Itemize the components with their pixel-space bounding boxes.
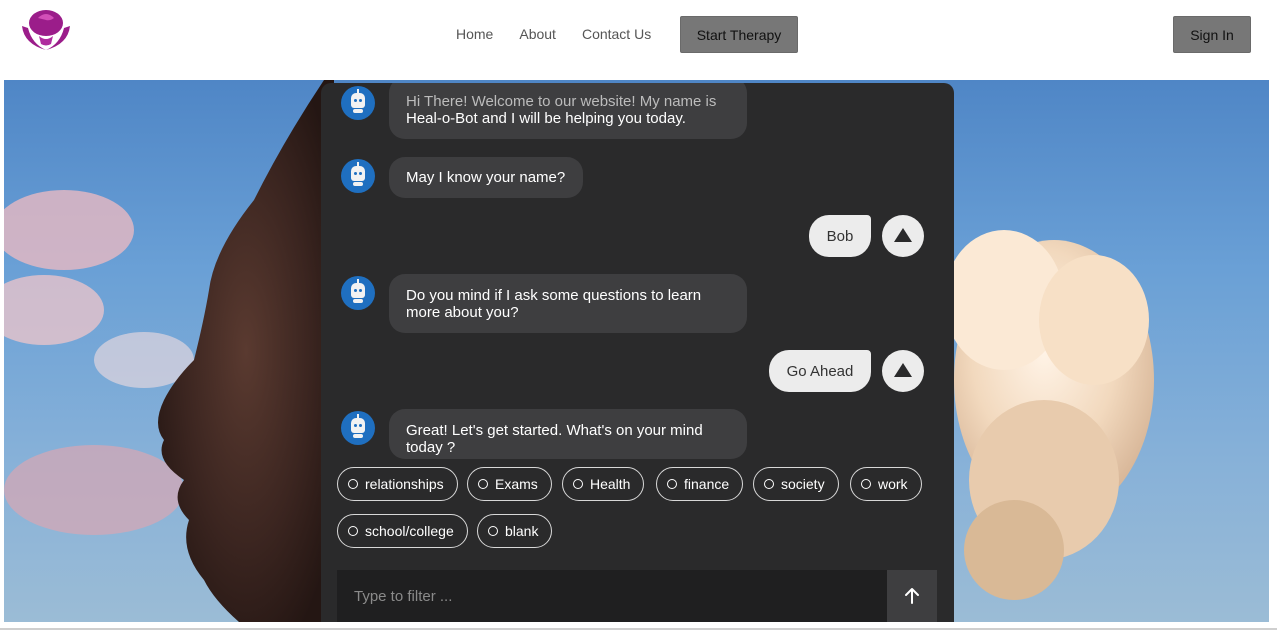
option-chip-work[interactable]: work bbox=[850, 467, 922, 501]
option-label: finance bbox=[684, 476, 730, 492]
start-therapy-button[interactable]: Start Therapy bbox=[680, 16, 798, 53]
option-chip-health[interactable]: Health bbox=[562, 467, 645, 501]
head-in-hands-logo-icon[interactable] bbox=[16, 6, 76, 54]
nav-link-contact-us[interactable]: Contact Us bbox=[582, 26, 651, 42]
bot-message-line: Heal-o-Bot and I will be helping you tod… bbox=[406, 110, 686, 127]
radio-icon bbox=[764, 479, 774, 489]
option-label: work bbox=[878, 476, 908, 492]
bot-message-line: Hi There! Welcome to our website! My nam… bbox=[406, 93, 717, 110]
bot-message: Great! Let's get started. What's on your… bbox=[389, 409, 747, 459]
option-label: society bbox=[781, 476, 825, 492]
robot-icon bbox=[341, 86, 375, 120]
send-button[interactable] bbox=[887, 570, 937, 622]
nav-links: Home About Contact Us bbox=[456, 26, 651, 42]
option-label: blank bbox=[505, 523, 539, 539]
option-label: relationships bbox=[365, 476, 444, 492]
chat-window: Hi There! Welcome to our website! My nam… bbox=[321, 83, 954, 622]
sign-in-button[interactable]: Sign In bbox=[1173, 16, 1251, 53]
option-chip-society[interactable]: society bbox=[753, 467, 839, 501]
user-triangle-icon bbox=[882, 350, 924, 392]
bot-message: Do you mind if I ask some questions to l… bbox=[389, 274, 747, 333]
user-triangle-icon bbox=[882, 215, 924, 257]
arrow-up-icon bbox=[905, 588, 919, 604]
radio-icon bbox=[348, 479, 358, 489]
radio-icon bbox=[478, 479, 488, 489]
bot-message: May I know your name? bbox=[389, 157, 583, 198]
chat-filter-input[interactable] bbox=[337, 570, 887, 622]
option-chip-school-college[interactable]: school/college bbox=[337, 514, 468, 548]
option-chip-blank[interactable]: blank bbox=[477, 514, 553, 548]
bot-message-line: May I know your name? bbox=[406, 169, 566, 186]
robot-icon bbox=[341, 276, 375, 310]
option-label: school/college bbox=[365, 523, 454, 539]
bot-message-line: Do you mind if I ask some questions to l… bbox=[406, 286, 702, 304]
option-chip-relationships[interactable]: relationships bbox=[337, 467, 458, 501]
user-message: Go Ahead bbox=[769, 350, 871, 392]
radio-icon bbox=[861, 479, 871, 489]
robot-icon bbox=[341, 411, 375, 445]
radio-icon bbox=[348, 526, 358, 536]
option-label: Exams bbox=[495, 476, 538, 492]
bot-message-line: more about you? bbox=[406, 303, 519, 321]
radio-icon bbox=[488, 526, 498, 536]
radio-icon bbox=[573, 479, 583, 489]
nav-link-about[interactable]: About bbox=[519, 26, 556, 42]
bot-message-line: today ? bbox=[406, 439, 456, 456]
bot-message-line: Great! Let's get started. What's on your… bbox=[406, 422, 703, 439]
radio-icon bbox=[667, 479, 677, 489]
nav-link-home[interactable]: Home bbox=[456, 26, 493, 42]
option-label: Health bbox=[590, 476, 631, 492]
chat-input-container bbox=[337, 570, 887, 622]
option-chip-finance[interactable]: finance bbox=[656, 467, 744, 501]
bot-message: Hi There! Welcome to our website! My nam… bbox=[389, 83, 747, 139]
navbar: Home About Contact Us Start Therapy Sign… bbox=[0, 0, 1277, 80]
user-message: Bob bbox=[809, 215, 871, 257]
robot-icon bbox=[341, 159, 375, 193]
option-chip-exams[interactable]: Exams bbox=[467, 467, 552, 501]
